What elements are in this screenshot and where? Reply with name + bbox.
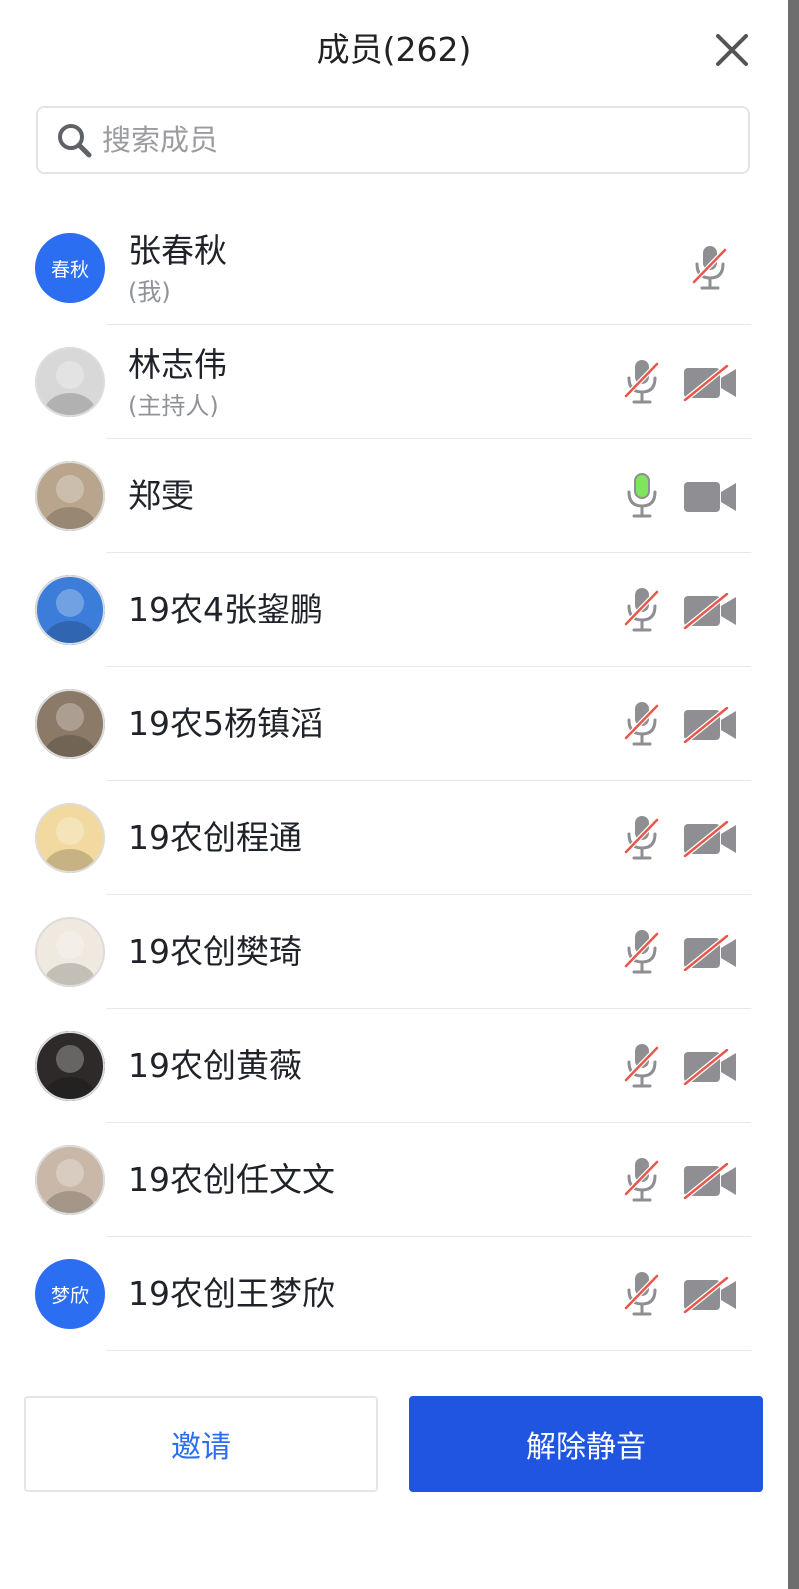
mic-muted-icon[interactable]	[623, 700, 660, 748]
member-row[interactable]: 春秋 张春秋 (我)	[0, 211, 788, 325]
page-title: 成员(262)	[316, 30, 472, 69]
member-name: 林志伟	[128, 345, 227, 384]
camera-off-icon[interactable]	[682, 1047, 737, 1087]
members-header: 成员(262)	[0, 0, 788, 100]
member-name: 19农创任文文	[128, 1160, 335, 1199]
member-row[interactable]: 19农4张鋆鹏	[0, 553, 788, 667]
member-name: 郑雯	[128, 476, 194, 515]
member-row[interactable]: 林志伟 (主持人)	[0, 325, 788, 439]
divider	[106, 1350, 751, 1351]
mic-muted-icon[interactable]	[691, 244, 728, 292]
member-name: 19农创樊琦	[128, 932, 302, 971]
member-row[interactable]: 梦欣 19农创王梦欣	[0, 1237, 788, 1351]
mic-muted-icon[interactable]	[623, 1156, 660, 1204]
avatar: 春秋	[35, 233, 105, 303]
avatar	[35, 1145, 105, 1215]
close-button[interactable]	[712, 30, 752, 70]
search-input[interactable]	[102, 116, 732, 164]
mic-active-icon[interactable]	[624, 472, 660, 520]
close-icon	[716, 34, 748, 66]
mic-muted-icon[interactable]	[623, 1270, 660, 1318]
mic-muted-icon[interactable]	[623, 358, 660, 406]
camera-off-icon[interactable]	[682, 1275, 737, 1315]
member-list: 春秋 张春秋 (我) 林志伟 (主持人) 郑雯 19农4张鋆鹏 19农5杨镇滔 19农创程通 19…	[0, 211, 788, 1351]
member-name: 19农创程通	[128, 818, 302, 857]
invite-button[interactable]: 邀请	[24, 1396, 378, 1492]
mic-muted-icon[interactable]	[623, 1042, 660, 1090]
unmute-all-button[interactable]: 解除静音	[409, 1396, 763, 1492]
camera-off-icon[interactable]	[682, 591, 737, 631]
member-name: 19农5杨镇滔	[128, 704, 323, 743]
mic-muted-icon[interactable]	[623, 928, 660, 976]
member-row[interactable]: 郑雯	[0, 439, 788, 553]
camera-off-icon[interactable]	[682, 705, 737, 745]
member-name: 19农创黄薇	[128, 1046, 302, 1085]
search-icon	[58, 124, 92, 158]
avatar: 梦欣	[35, 1259, 105, 1329]
avatar	[35, 917, 105, 987]
member-name: 张春秋	[128, 231, 227, 270]
avatar	[35, 575, 105, 645]
member-row[interactable]: 19农创任文文	[0, 1123, 788, 1237]
avatar	[35, 347, 105, 417]
member-row[interactable]: 19农创程通	[0, 781, 788, 895]
member-name: 19农4张鋆鹏	[128, 590, 323, 629]
search-bar[interactable]	[36, 106, 750, 174]
member-role: (主持人)	[128, 392, 219, 420]
mic-muted-icon[interactable]	[623, 814, 660, 862]
camera-off-icon[interactable]	[682, 363, 737, 403]
avatar	[35, 689, 105, 759]
mic-muted-icon[interactable]	[623, 586, 660, 634]
member-name: 19农创王梦欣	[128, 1274, 335, 1313]
avatar	[35, 1031, 105, 1101]
avatar	[35, 461, 105, 531]
member-row[interactable]: 19农创黄薇	[0, 1009, 788, 1123]
action-bar: 邀请 解除静音	[0, 1396, 788, 1494]
camera-on-icon[interactable]	[683, 479, 737, 515]
member-row[interactable]: 19农创樊琦	[0, 895, 788, 1009]
avatar	[35, 803, 105, 873]
member-role: (我)	[128, 278, 171, 306]
camera-off-icon[interactable]	[682, 819, 737, 859]
member-row[interactable]: 19农5杨镇滔	[0, 667, 788, 781]
camera-off-icon[interactable]	[682, 933, 737, 973]
screen-edge	[788, 0, 799, 1589]
camera-off-icon[interactable]	[682, 1161, 737, 1201]
